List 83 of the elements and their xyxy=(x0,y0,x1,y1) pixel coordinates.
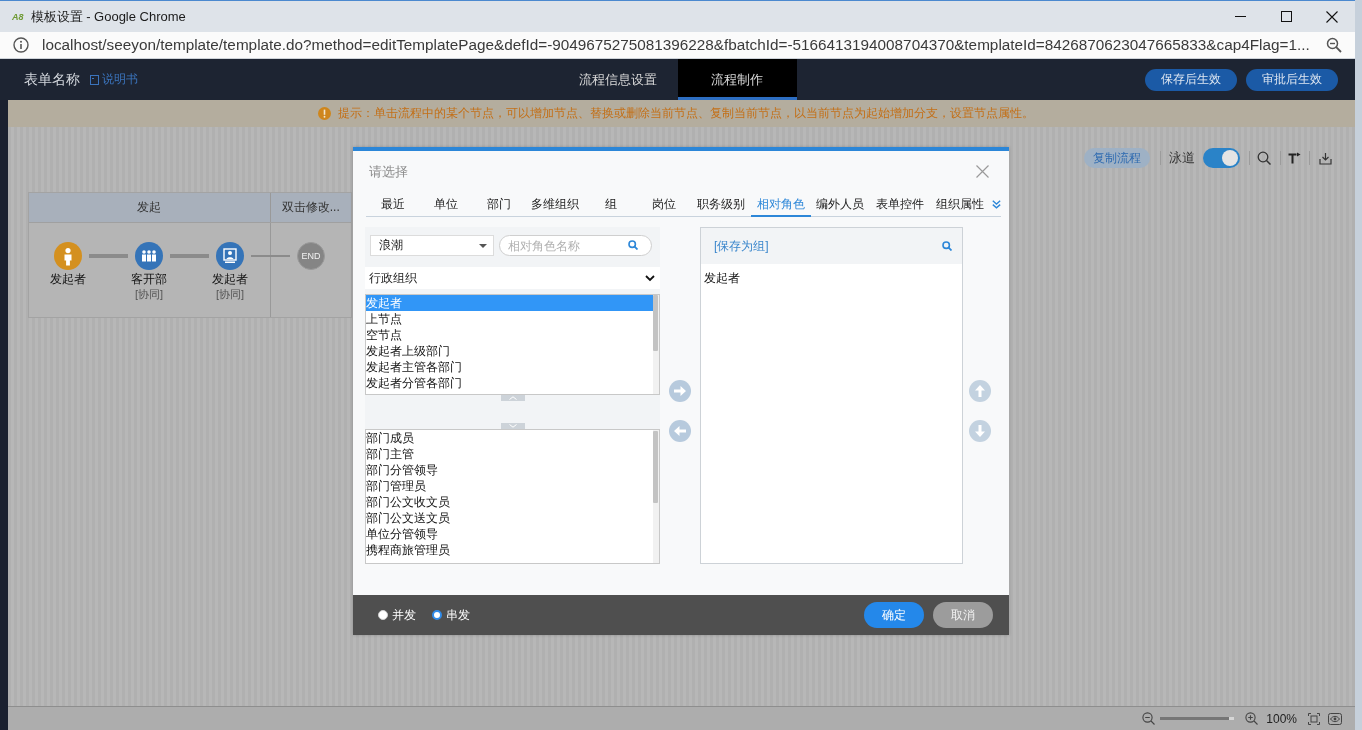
role-option[interactable]: 空节点 xyxy=(366,327,653,343)
close-icon[interactable] xyxy=(1326,10,1338,23)
double-chevron-icon[interactable] xyxy=(992,199,1002,209)
swimlane-toggle[interactable] xyxy=(1203,148,1240,168)
dialog-button[interactable]: 确定 xyxy=(864,602,924,628)
save-group-link[interactable]: [保存为组] xyxy=(714,237,769,255)
header-tab[interactable]: 流程制作 xyxy=(677,59,797,100)
fit-screen-icon[interactable] xyxy=(1308,712,1320,725)
node-label: 客开部 xyxy=(131,271,167,287)
role-option[interactable]: 部门管理员 xyxy=(366,478,653,494)
header-action-button[interactable]: 审批后生效 xyxy=(1246,68,1338,91)
zoom-icon[interactable] xyxy=(1326,37,1342,53)
collapse-handle[interactable] xyxy=(500,395,525,401)
caret-icon xyxy=(479,243,487,248)
node-label: 发起者 xyxy=(50,271,86,287)
chevron-icon xyxy=(645,274,655,282)
node-note: [协同] xyxy=(134,287,164,301)
dialog-title: 请选择 xyxy=(369,162,408,181)
warning-icon xyxy=(317,107,331,120)
radio-button[interactable] xyxy=(378,610,388,620)
role-option[interactable]: 部门公文送文员 xyxy=(366,510,653,526)
tab[interactable]: 最近 xyxy=(366,192,419,216)
tab[interactable]: 组织属性 xyxy=(930,192,991,216)
zoom-out-icon[interactable] xyxy=(1142,712,1156,725)
radio-button[interactable] xyxy=(432,610,442,620)
group-node-icon[interactable] xyxy=(135,242,163,270)
role-option[interactable]: 发起者主管各部门 xyxy=(366,359,653,375)
swimlane-label: 泳道 xyxy=(1169,149,1195,167)
tab[interactable]: 部门 xyxy=(472,192,525,216)
tab[interactable]: 相对角色 xyxy=(750,192,811,217)
org-type-select[interactable]: 行政组织 xyxy=(365,267,660,289)
scrollbar-thumb[interactable] xyxy=(653,295,658,351)
tab[interactable]: 职务级别 xyxy=(690,192,751,216)
tab[interactable]: 编外人员 xyxy=(810,192,871,216)
role-option[interactable]: 上节点 xyxy=(366,311,653,327)
header-action-button[interactable]: 保存后生效 xyxy=(1145,68,1237,91)
tab[interactable]: 组 xyxy=(584,192,638,216)
lane-header[interactable]: 发起 xyxy=(29,193,270,222)
role-option[interactable]: 部门分管领导 xyxy=(366,462,653,478)
search-field[interactable]: 相对角色名称 xyxy=(499,235,652,256)
role-option[interactable]: 携程商旅管理员 xyxy=(366,542,653,558)
org-dropdown[interactable]: 浪潮 xyxy=(370,235,494,256)
role-option[interactable]: 发起者分管各部门 xyxy=(366,375,653,391)
expand-handle[interactable] xyxy=(500,423,525,429)
tab[interactable]: 单位 xyxy=(419,192,472,216)
person-card-node-icon[interactable] xyxy=(216,242,244,270)
search-icon[interactable] xyxy=(628,240,638,250)
role-option[interactable]: 部门主管 xyxy=(366,446,653,462)
tab[interactable]: 表单控件 xyxy=(870,192,931,216)
info-icon[interactable] xyxy=(13,37,29,53)
role-option[interactable]: 部门公文收文员 xyxy=(366,494,653,510)
tab[interactable]: 岗位 xyxy=(637,192,691,216)
minimize-icon[interactable] xyxy=(1234,16,1246,17)
node-note: [协同] xyxy=(215,287,245,301)
text-arrow-icon[interactable] xyxy=(1288,152,1301,164)
app-logo: A8 xyxy=(12,11,24,22)
eye-icon[interactable] xyxy=(1328,712,1342,725)
node-label: 发起者 xyxy=(212,271,248,287)
connector-line xyxy=(251,255,290,257)
document-icon xyxy=(90,74,99,85)
url-text: localhost/seeyon/template/template.do?method=editTemplatePage&defId=-9049675275081396228&fbatchId=-5166413194008704370&templateId=8426870623047665833&cap4Flag=1... xyxy=(42,36,1310,54)
zoom-reading: 100% xyxy=(1266,711,1297,726)
header-tab[interactable]: 流程信息设置 xyxy=(558,59,678,100)
person-node-icon[interactable] xyxy=(54,242,82,270)
selected-item[interactable]: 发起者 xyxy=(704,270,962,286)
window-title: 模板设置 - Google Chrome xyxy=(30,7,186,26)
search-icon[interactable] xyxy=(1257,151,1271,165)
download-icon[interactable] xyxy=(1319,151,1332,165)
address-field[interactable]: localhost/seeyon/template/template.do?method=editTemplatePage&defId=-9049675275081396228&fbatchId=-5166413194008704370&templateId=8426870623047665833&cap4Flag=1... xyxy=(0,32,1355,59)
zoom-in-icon[interactable] xyxy=(1245,712,1259,725)
radio-label: 并发 xyxy=(392,606,416,624)
maximize-icon[interactable] xyxy=(1280,11,1292,22)
form-name: 表单名称 xyxy=(24,70,80,89)
search-icon[interactable] xyxy=(942,241,952,251)
radio-label: 串发 xyxy=(446,606,470,624)
notice-text: 提示：单击流程中的某个节点，可以增加节点、替换或删除当前节点、复制当前节点，以当前节点为起始增加分支，设置节点属性。 xyxy=(337,105,1034,122)
role-option[interactable]: 单位分管领导 xyxy=(366,526,653,542)
lane-header[interactable]: 双击修改... xyxy=(269,193,351,222)
end-node[interactable]: END xyxy=(297,242,325,270)
scrollbar-thumb[interactable] xyxy=(653,431,658,503)
tab[interactable]: 多维组织 xyxy=(525,192,585,216)
role-option[interactable]: 部门成员 xyxy=(366,430,653,446)
role-option[interactable]: 发起者上级部门 xyxy=(366,343,653,359)
